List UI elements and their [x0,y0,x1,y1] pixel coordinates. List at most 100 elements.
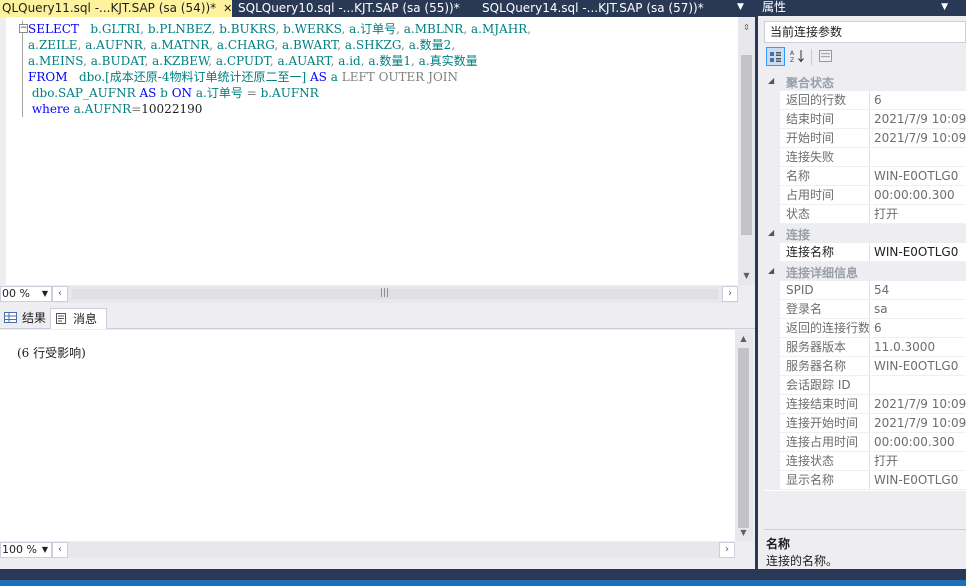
categorized-icon[interactable] [766,47,785,66]
property-value[interactable]: 6 [871,91,966,110]
editor-area: QLQuery11.sql -...KJT.SAP (sa (54))* ✕ SQ… [0,0,755,586]
property-row[interactable]: 会话跟踪 ID [764,376,966,395]
property-row[interactable]: 登录名 sa [764,300,966,319]
messages-pane[interactable]: (6 行受影响) [0,330,735,541]
property-name: 连接状态 [780,452,870,471]
property-value[interactable]: sa [871,300,966,319]
scroll-down-icon[interactable]: ▼ [737,526,750,539]
zoom-select[interactable]: 00 % ▼ [0,286,52,302]
editor-vertical-scrollbar[interactable]: ⇕ ▼ [738,17,755,285]
svg-text:Z: Z [790,57,794,63]
scroll-up-icon[interactable]: ▲ [737,332,750,345]
row-margin [764,91,780,110]
property-value[interactable]: 6 [871,319,966,338]
property-row[interactable]: 状态 打开 [764,205,966,224]
property-row[interactable]: 显示名称 WIN-E0OTLG0 [764,471,966,490]
collapse-icon[interactable]: ◢ [768,266,774,275]
property-value[interactable]: 00:00:00.300 [871,433,966,452]
scroll-down-icon[interactable]: ▼ [740,269,753,282]
collapse-icon[interactable]: ◢ [768,76,774,85]
property-value[interactable]: WIN-E0OTLG0 [871,357,966,376]
description-title: 名称 [766,537,791,551]
code-token: , [209,38,217,52]
scroll-thumb[interactable] [72,289,718,299]
collapse-icon[interactable]: − [19,24,28,33]
sql-editor[interactable]: − SELECT b.GLTRI, b.PLNBEZ, b.BUKRS, b.W… [0,17,738,285]
property-row[interactable]: 服务器名称 WIN-E0OTLG0 [764,357,966,376]
property-row[interactable]: 连接开始时间 2021/7/9 10:09 [764,414,966,433]
property-row[interactable]: SPID 54 [764,281,966,300]
property-value[interactable]: 打开 [871,205,966,224]
code-token: b.BUKRS [219,22,276,36]
property-value[interactable]: 11.0.3000 [871,338,966,357]
property-value[interactable]: WIN-E0OTLG0 [871,167,966,186]
code-token: AS [139,86,157,100]
messages-horizontal-scrollbar[interactable]: ‹ › [52,542,735,558]
property-value[interactable] [871,376,966,395]
code-line: dbo.SAP_AUFNR AS b ON a.订单号 = b.AUFNR [28,85,531,101]
code-token: , [269,54,278,68]
property-value[interactable]: WIN-E0OTLG0 [871,243,966,262]
property-row[interactable]: 连接占用时间 00:00:00.300 [764,433,966,452]
scroll-right-icon[interactable]: › [719,542,735,558]
tab-dropdown-icon[interactable]: ▼ [737,2,744,12]
scroll-thumb[interactable] [741,55,752,235]
property-value[interactable]: 2021/7/9 10:09 [871,395,966,414]
property-value[interactable]: 00:00:00.300 [871,186,966,205]
sort-alphabetical-icon[interactable]: AZ [788,47,807,66]
tab-query10[interactable]: SQLQuery10.sql -...KJT.SAP (sa (55))* [236,0,476,17]
code-token: , [411,54,419,68]
property-row[interactable]: 连接失败 [764,148,966,167]
scroll-right-icon[interactable]: › [722,286,738,302]
property-pages-icon[interactable] [816,47,835,66]
property-row[interactable]: 连接名称 WIN-E0OTLG0 [764,243,966,262]
property-value[interactable]: 54 [871,281,966,300]
tab-query14[interactable]: SQLQuery14.sql -...KJT.SAP (sa (57))* [480,0,720,17]
property-value[interactable]: 打开 [871,452,966,471]
message-icon [56,313,66,324]
close-icon[interactable]: ✕ [223,1,232,17]
code-token: a.订单号 [349,22,397,36]
zoom-select[interactable]: 100 % ▼ [0,542,52,558]
sql-code[interactable]: SELECT b.GLTRI, b.PLNBEZ, b.BUKRS, b.WER… [28,21,531,117]
tab-results[interactable]: 结果 [0,308,48,329]
property-row[interactable]: 返回的连接行数 6 [764,319,966,338]
row-margin [764,148,780,167]
scroll-left-icon[interactable]: ‹ [52,286,68,302]
property-row[interactable]: 开始时间 2021/7/9 10:09 [764,129,966,148]
scroll-thumb[interactable] [738,348,749,528]
code-token: , [275,22,284,36]
property-row[interactable]: 名称 WIN-E0OTLG0 [764,167,966,186]
property-category[interactable]: ◢ 连接 [764,224,966,243]
property-row[interactable]: 服务器版本 11.0.3000 [764,338,966,357]
property-value[interactable]: 2021/7/9 10:09 [871,414,966,433]
property-category[interactable]: ◢ 聚合状态 [764,72,966,91]
code-token: , [527,22,532,36]
property-row[interactable]: 连接结束时间 2021/7/9 10:09 [764,395,966,414]
messages-vertical-scrollbar[interactable]: ▲ ▼ [735,330,753,541]
editor-horizontal-scrollbar[interactable]: ‹ ||| › [52,286,738,303]
object-selector[interactable]: 当前连接参数 [764,21,966,43]
code-token: , [144,54,153,68]
split-icon[interactable]: ⇕ [740,21,753,34]
panel-menu-icon[interactable]: ▼ [941,0,948,14]
property-row[interactable]: 占用时间 00:00:00.300 [764,186,966,205]
property-value[interactable]: 2021/7/9 10:09 [871,129,966,148]
code-token: LEFT OUTER JOIN [341,70,459,84]
property-value[interactable] [871,148,966,167]
code-line: a.MEINS, a.BUDAT, a.KZBEW, a.CPUDT, a.AU… [28,53,531,69]
property-row[interactable]: 连接状态 打开 [764,452,966,471]
tab-label: QLQuery11.sql -...KJT.SAP (sa (54))* [2,1,217,15]
property-row[interactable]: 结束时间 2021/7/9 10:09 [764,110,966,129]
property-category[interactable]: ◢ 连接详细信息 [764,262,966,281]
code-token: , [208,54,216,68]
collapse-icon[interactable]: ◢ [768,228,774,237]
scroll-left-icon[interactable]: ‹ [52,542,68,558]
tab-messages[interactable]: 消息 [50,308,107,329]
code-token: dbo.[成本还原-4物料订单统计还原二至一] [78,70,307,84]
property-value[interactable]: WIN-E0OTLG0 [871,471,966,490]
ssms-window: QLQuery11.sql -...KJT.SAP (sa (54))* ✕ SQ… [0,0,966,586]
property-value[interactable]: 2021/7/9 10:09 [871,110,966,129]
tab-query11[interactable]: QLQuery11.sql -...KJT.SAP (sa (54))* ✕ [0,0,232,17]
property-row[interactable]: 返回的行数 6 [764,91,966,110]
